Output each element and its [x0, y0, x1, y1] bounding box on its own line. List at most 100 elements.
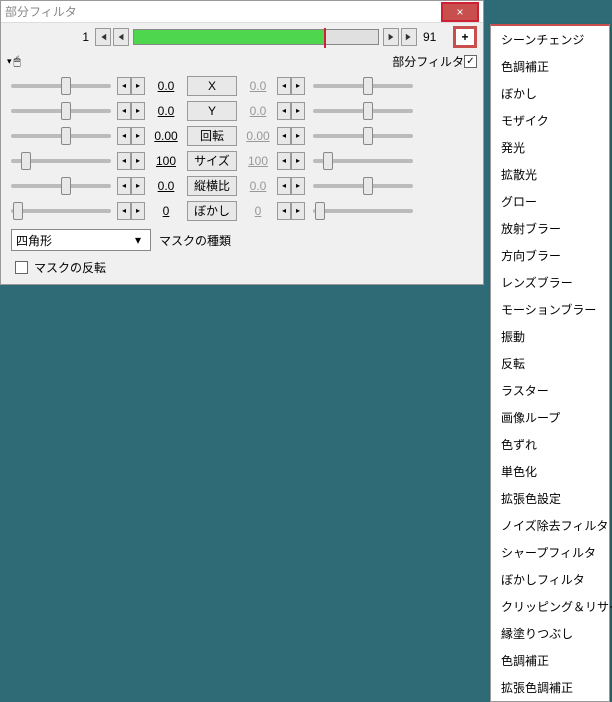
param-value-left[interactable]: 0 — [149, 204, 183, 218]
param-slider-right[interactable] — [309, 109, 417, 113]
mouse-icon: 🖱 — [14, 54, 21, 69]
param-slider-left[interactable] — [7, 134, 115, 138]
menu-item[interactable]: 発光 — [491, 134, 609, 161]
spin-right-up[interactable]: ▸ — [291, 202, 305, 220]
frame-start: 1 — [7, 30, 93, 44]
menu-item[interactable]: レンズブラー — [491, 269, 609, 296]
menu-item[interactable]: モーションブラー — [491, 296, 609, 323]
param-row: ◂▸0ぼかし0◂▸ — [7, 198, 477, 223]
param-value-left[interactable]: 0.00 — [149, 129, 183, 143]
param-row: ◂▸0.0縦横比0.0◂▸ — [7, 173, 477, 198]
seek-prev-button[interactable] — [113, 28, 129, 46]
spin-left-down[interactable]: ◂ — [117, 77, 131, 95]
param-value-left[interactable]: 0.0 — [149, 179, 183, 193]
param-slider-left[interactable] — [7, 84, 115, 88]
menu-item[interactable]: 放射ブラー — [491, 215, 609, 242]
menu-item[interactable]: 色ずれ — [491, 431, 609, 458]
menu-item[interactable]: 拡散光 — [491, 161, 609, 188]
spin-left-down[interactable]: ◂ — [117, 127, 131, 145]
menu-item[interactable]: モザイク — [491, 107, 609, 134]
param-row: ◂▸0.0X0.0◂▸ — [7, 73, 477, 98]
param-row: ◂▸0.00回転0.00◂▸ — [7, 123, 477, 148]
menu-item[interactable]: ノイズ除去フィルタ — [491, 512, 609, 539]
menu-item[interactable]: 色調補正 — [491, 647, 609, 674]
seek-end-button[interactable] — [401, 28, 417, 46]
spin-right-down[interactable]: ◂ — [277, 102, 291, 120]
param-slider-left[interactable] — [7, 159, 115, 163]
spin-right-up[interactable]: ▸ — [291, 152, 305, 170]
menu-item[interactable]: 拡張色設定 — [491, 485, 609, 512]
spin-left-up[interactable]: ▸ — [131, 202, 145, 220]
spin-left-up[interactable]: ▸ — [131, 127, 145, 145]
parameter-grid: ◂▸0.0X0.0◂▸◂▸0.0Y0.0◂▸◂▸0.00回転0.00◂▸◂▸10… — [1, 71, 483, 225]
mask-type-select[interactable]: 四角形 ▾ — [11, 229, 151, 251]
menu-item[interactable]: グロー — [491, 188, 609, 215]
menu-item[interactable]: 画像ループ — [491, 404, 609, 431]
menu-item[interactable]: ぼかしフィルタ — [491, 566, 609, 593]
param-slider-left[interactable] — [7, 184, 115, 188]
mask-invert-checkbox[interactable] — [15, 261, 28, 274]
spin-right-down[interactable]: ◂ — [277, 152, 291, 170]
close-button[interactable]: × — [441, 2, 479, 22]
add-filter-button[interactable]: + — [453, 26, 477, 48]
param-value-right[interactable]: 0.0 — [241, 104, 275, 118]
param-name-button[interactable]: Y — [187, 101, 237, 121]
param-slider-right[interactable] — [309, 134, 417, 138]
menu-item[interactable]: ぼかし — [491, 80, 609, 107]
param-slider-right[interactable] — [309, 159, 417, 163]
param-value-right[interactable]: 0 — [241, 204, 275, 218]
param-slider-right[interactable] — [309, 84, 417, 88]
spin-right-up[interactable]: ▸ — [291, 127, 305, 145]
menu-item[interactable]: ラスター — [491, 377, 609, 404]
spin-right-down[interactable]: ◂ — [277, 77, 291, 95]
menu-item[interactable]: 縁塗りつぶし — [491, 620, 609, 647]
spin-right-up[interactable]: ▸ — [291, 177, 305, 195]
spin-left-down[interactable]: ◂ — [117, 152, 131, 170]
spin-left-up[interactable]: ▸ — [131, 77, 145, 95]
param-value-left[interactable]: 0.0 — [149, 79, 183, 93]
menu-item[interactable]: 振動 — [491, 323, 609, 350]
param-slider-right[interactable] — [309, 184, 417, 188]
param-slider-left[interactable] — [7, 209, 115, 213]
spin-left-up[interactable]: ▸ — [131, 102, 145, 120]
menu-item[interactable]: シーンチェンジ — [491, 26, 609, 53]
section-header[interactable]: ▾ 🖱 部分フィルタ ✓ — [1, 51, 483, 71]
spin-left-down[interactable]: ◂ — [117, 102, 131, 120]
menu-item[interactable]: 拡張色調補正 — [491, 674, 609, 701]
param-value-right[interactable]: 0.0 — [241, 179, 275, 193]
timeline-track[interactable] — [133, 29, 379, 45]
param-slider-left[interactable] — [7, 109, 115, 113]
menu-item[interactable]: 反転 — [491, 350, 609, 377]
spin-right-down[interactable]: ◂ — [277, 127, 291, 145]
menu-item[interactable]: 色調補正 — [491, 53, 609, 80]
seek-start-button[interactable] — [95, 28, 111, 46]
section-label: 部分フィルタ — [392, 53, 464, 70]
spin-right-down[interactable]: ◂ — [277, 202, 291, 220]
spin-left-up[interactable]: ▸ — [131, 177, 145, 195]
param-name-button[interactable]: ぼかし — [187, 201, 237, 221]
spin-right-up[interactable]: ▸ — [291, 102, 305, 120]
param-name-button[interactable]: 回転 — [187, 126, 237, 146]
param-name-button[interactable]: サイズ — [187, 151, 237, 171]
menu-item[interactable]: 方向ブラー — [491, 242, 609, 269]
param-value-right[interactable]: 100 — [241, 154, 275, 168]
spin-right-down[interactable]: ◂ — [277, 177, 291, 195]
param-value-left[interactable]: 0.0 — [149, 104, 183, 118]
spin-right-up[interactable]: ▸ — [291, 77, 305, 95]
titlebar[interactable]: 部分フィルタ × — [1, 1, 483, 23]
param-value-right[interactable]: 0.00 — [241, 129, 275, 143]
seek-next-button[interactable] — [383, 28, 399, 46]
param-name-button[interactable]: X — [187, 76, 237, 96]
menu-item[interactable]: 単色化 — [491, 458, 609, 485]
param-value-right[interactable]: 0.0 — [241, 79, 275, 93]
spin-left-down[interactable]: ◂ — [117, 177, 131, 195]
param-value-left[interactable]: 100 — [149, 154, 183, 168]
menu-item[interactable]: クリッピング＆リサイズ — [491, 593, 609, 620]
spin-left-up[interactable]: ▸ — [131, 152, 145, 170]
param-slider-right[interactable] — [309, 209, 417, 213]
menu-item[interactable]: シャープフィルタ — [491, 539, 609, 566]
timeline-marker[interactable] — [324, 28, 326, 48]
section-checkbox[interactable]: ✓ — [464, 55, 477, 68]
spin-left-down[interactable]: ◂ — [117, 202, 131, 220]
param-name-button[interactable]: 縦横比 — [187, 176, 237, 196]
